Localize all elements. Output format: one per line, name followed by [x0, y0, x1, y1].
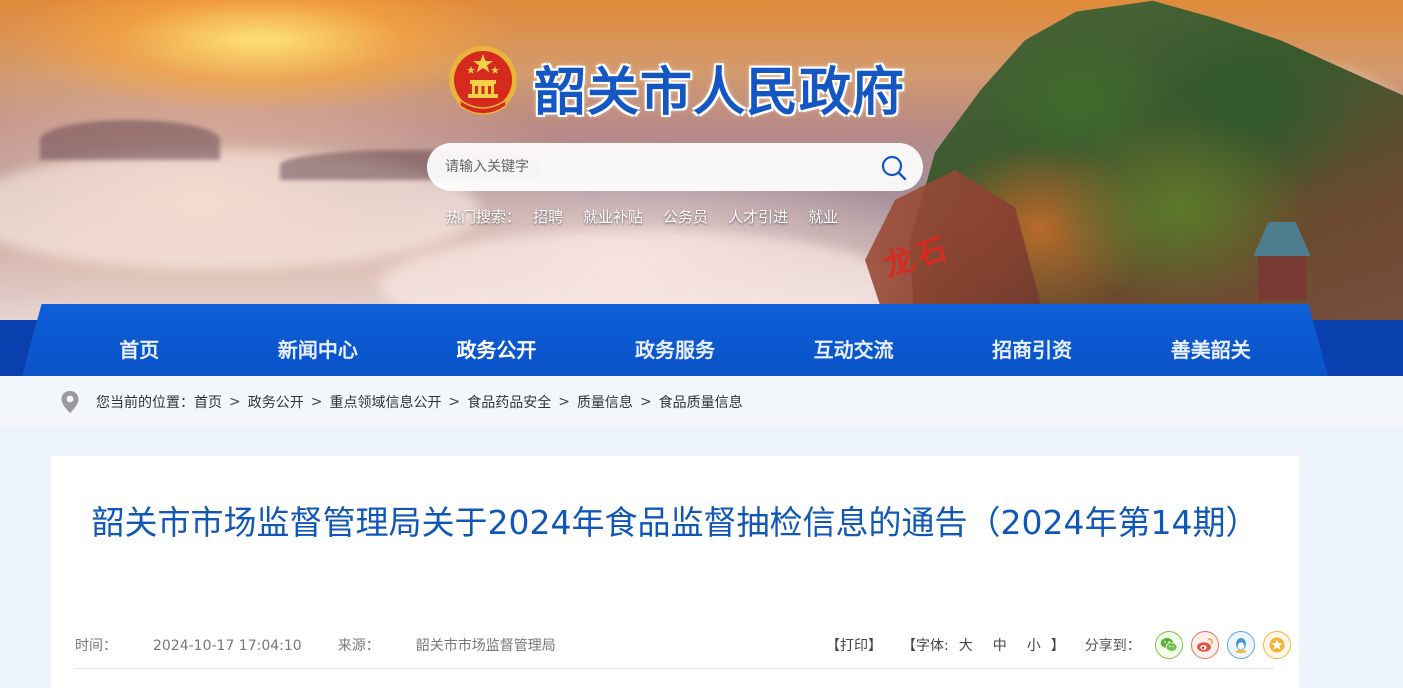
site-title: 韶关市人民政府 — [534, 63, 906, 123]
qq-share-button[interactable] — [1226, 631, 1255, 659]
breadcrumb: 您当前的位置： 首页 > 政务公开 > 重点领域信息公开 > 食品药品安全 > … — [96, 392, 743, 412]
source-value: 韶关市市场监督管理局 — [415, 638, 556, 654]
nav-item-news[interactable]: 新闻中心 — [229, 320, 408, 376]
breadcrumb-separator: > — [558, 394, 570, 410]
nav-item-home[interactable]: 首页 — [50, 320, 229, 376]
hot-keyword-link[interactable]: 招聘 — [533, 206, 563, 227]
nav-item-government-affairs[interactable]: 政务公开 — [407, 320, 586, 376]
hot-keyword-link[interactable]: 人才引进 — [728, 206, 788, 227]
main-nav: 首页 新闻中心 政务公开 政务服务 互动交流 招商引资 善美韶关 — [50, 320, 1300, 376]
hot-search: 热门搜索： 招聘 就业补贴 公务员 人才引进 就业 — [446, 205, 858, 227]
hot-keyword-link[interactable]: 公务员 — [663, 206, 708, 227]
breadcrumb-prefix: 您当前的位置： — [96, 395, 194, 411]
font-large-button[interactable]: 大 — [959, 635, 973, 655]
breadcrumb-link[interactable]: 首页 — [194, 392, 222, 412]
breadcrumb-link[interactable]: 重点领域信息公开 — [329, 392, 441, 412]
meta-divider — [75, 668, 1274, 669]
font-medium-button[interactable]: 中 — [993, 635, 1007, 655]
pavilion-scenery — [1248, 222, 1316, 300]
nav-item-interaction[interactable]: 互动交流 — [764, 320, 943, 376]
favorite-share-button[interactable] — [1262, 631, 1291, 659]
search-input[interactable] — [445, 155, 865, 179]
breadcrumb-separator: > — [310, 394, 323, 410]
qq-icon — [1235, 638, 1247, 654]
breadcrumb-link[interactable]: 食品质量信息 — [659, 392, 743, 412]
hot-keyword-link[interactable]: 就业补贴 — [583, 206, 643, 227]
favorite-icon — [1269, 637, 1285, 653]
hot-keyword-link[interactable]: 就业 — [808, 206, 838, 227]
article-meta: 时间： 2024-10-17 17:04:10 来源： 韶关市市场监督管理局 — [75, 635, 556, 655]
header-banner: 龙石 韶关市人民政府 热门搜索： 招聘 就业补贴 公务员 人才引进 就业 — [0, 0, 1403, 320]
ridge-decoration — [40, 120, 220, 160]
hot-search-label: 热门搜索： — [446, 207, 522, 226]
article-source: 来源： 韶关市市场监督管理局 — [338, 635, 556, 655]
search-icon[interactable] — [879, 153, 909, 183]
publish-time-label: 时间： — [75, 638, 117, 654]
breadcrumb-link[interactable]: 质量信息 — [577, 392, 633, 412]
article-tools: 【打印】 【字体: 大 中 小 】 分享到： — [826, 630, 1291, 660]
font-size-suffix: 】 — [1050, 638, 1065, 654]
share-label: 分享到： — [1084, 638, 1141, 654]
search-bar — [427, 143, 923, 191]
breadcrumb-separator: > — [639, 394, 652, 410]
national-emblem-icon — [449, 46, 517, 115]
location-pin-icon — [61, 391, 79, 413]
nav-item-investment[interactable]: 招商引资 — [943, 320, 1122, 376]
breadcrumb-separator: > — [448, 394, 461, 410]
wechat-share-button[interactable] — [1154, 631, 1183, 659]
font-size-prefix: 【字体: — [902, 638, 949, 654]
publish-time-value: 2024-10-17 17:04:10 — [153, 638, 302, 654]
print-button[interactable]: 【打印】 — [826, 635, 882, 655]
breadcrumb-link[interactable]: 政务公开 — [248, 392, 304, 412]
nav-item-services[interactable]: 政务服务 — [586, 320, 765, 376]
weibo-icon — [1196, 638, 1213, 652]
font-small-button[interactable]: 小 — [1027, 635, 1041, 655]
weibo-share-button[interactable] — [1190, 631, 1219, 659]
article-title: 韶关市市场监督管理局关于2024年食品监督抽检信息的通告（2024年第14期） — [91, 503, 1259, 542]
nav-item-city[interactable]: 善美韶关 — [1121, 320, 1300, 376]
source-label: 来源： — [337, 638, 380, 654]
breadcrumb-link[interactable]: 食品药品安全 — [467, 392, 551, 412]
publish-time: 时间： 2024-10-17 17:04:10 — [75, 635, 302, 655]
breadcrumb-separator: > — [229, 394, 241, 410]
wechat-icon — [1160, 638, 1178, 652]
